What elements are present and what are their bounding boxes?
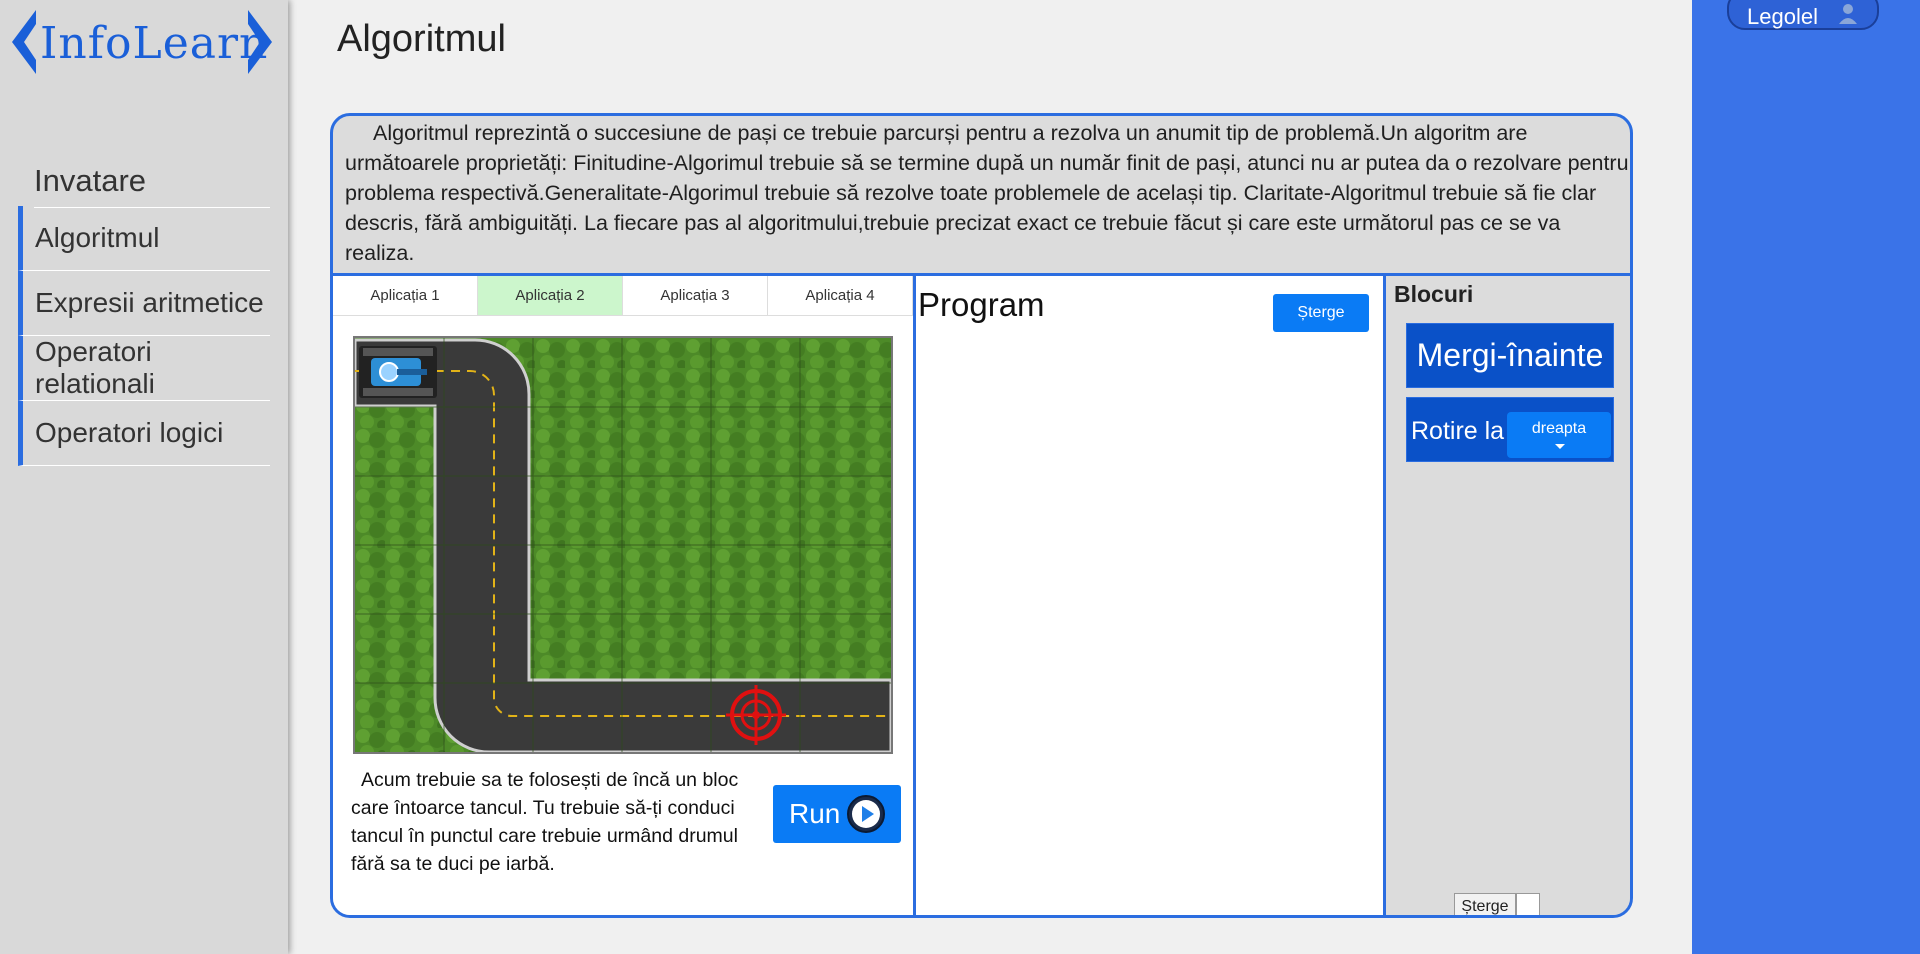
tab-aplicatia-3[interactable]: Aplicația 3 bbox=[623, 276, 768, 316]
program-title: Program bbox=[918, 286, 1045, 323]
run-button-label: Run bbox=[789, 798, 841, 829]
game-board bbox=[353, 336, 893, 754]
username: Legolel bbox=[1747, 4, 1818, 29]
clear-program-button[interactable]: Șterge bbox=[1273, 294, 1369, 332]
user-menu-button[interactable]: Legolel bbox=[1727, 0, 1879, 30]
logo-text: InfoLearn bbox=[40, 18, 269, 69]
program-panel: Program Șterge bbox=[916, 273, 1386, 915]
intro-text: Algoritmul reprezintă o succesiune de pa… bbox=[345, 121, 1629, 265]
sidebar-item-label: Operatori relationali bbox=[35, 336, 155, 399]
blocks-panel: Blocuri Mergi-înainte Rotire la dreapta … bbox=[1386, 273, 1630, 915]
page-title: Algoritmul bbox=[337, 18, 506, 60]
user-icon bbox=[1839, 4, 1857, 24]
block-label: Rotire la bbox=[1411, 417, 1505, 445]
sidebar-item-expresii-aritmetice[interactable]: Expresii aritmetice bbox=[18, 271, 270, 336]
app-tabs: Aplicația 1 Aplicația 2 Aplicația 3 Apli… bbox=[333, 276, 913, 316]
chevron-down-icon bbox=[1555, 444, 1565, 449]
game-canvas bbox=[353, 338, 893, 754]
logo[interactable]: InfoLearn bbox=[8, 8, 272, 78]
sidebar-item-operatori-relationali[interactable]: Operatori relationali bbox=[18, 336, 270, 401]
blocks-title: Blocuri bbox=[1394, 281, 1474, 307]
tab-aplicatia-4[interactable]: Aplicația 4 bbox=[768, 276, 913, 316]
block-rotate[interactable]: Rotire la dreapta bbox=[1406, 397, 1614, 462]
clear-blocks-button[interactable]: Șterge bbox=[1454, 893, 1516, 915]
block-move-forward[interactable]: Mergi-înainte bbox=[1406, 323, 1614, 388]
sidebar-item-label: Expresii aritmetice bbox=[35, 287, 264, 318]
sidebar-item-algoritmul[interactable]: Algoritmul bbox=[18, 206, 270, 271]
right-panel bbox=[1692, 0, 1920, 954]
tab-aplicatia-1[interactable]: Aplicația 1 bbox=[333, 276, 478, 316]
exercise-panel: Aplicația 1 Aplicația 2 Aplicația 3 Apli… bbox=[333, 273, 916, 915]
lesson-container: Algoritmul reprezintă o succesiune de pa… bbox=[330, 113, 1633, 918]
tab-aplicatia-2[interactable]: Aplicația 2 bbox=[478, 276, 623, 316]
sidebar-nav: Algoritmul Expresii aritmetice Operatori… bbox=[18, 206, 270, 466]
dropdown-value: dreapta bbox=[1531, 420, 1587, 437]
small-input[interactable] bbox=[1516, 893, 1540, 915]
sidebar-item-operatori-logici[interactable]: Operatori logici bbox=[18, 401, 270, 466]
rotate-direction-dropdown[interactable]: dreapta bbox=[1507, 412, 1611, 458]
sidebar-item-label: Algoritmul bbox=[35, 222, 160, 253]
play-icon bbox=[847, 795, 886, 833]
exercise-hint: Acum trebuie sa te folosești de încă un … bbox=[351, 769, 739, 875]
sidebar: InfoLearn Invatare Algoritmul Expresii a… bbox=[0, 0, 288, 954]
run-button[interactable]: Run bbox=[773, 785, 901, 843]
block-label: Mergi-înainte bbox=[1416, 337, 1604, 373]
tank-icon bbox=[359, 346, 437, 398]
section-title: Invatare bbox=[34, 163, 147, 198]
sidebar-item-label: Operatori logici bbox=[35, 417, 224, 448]
